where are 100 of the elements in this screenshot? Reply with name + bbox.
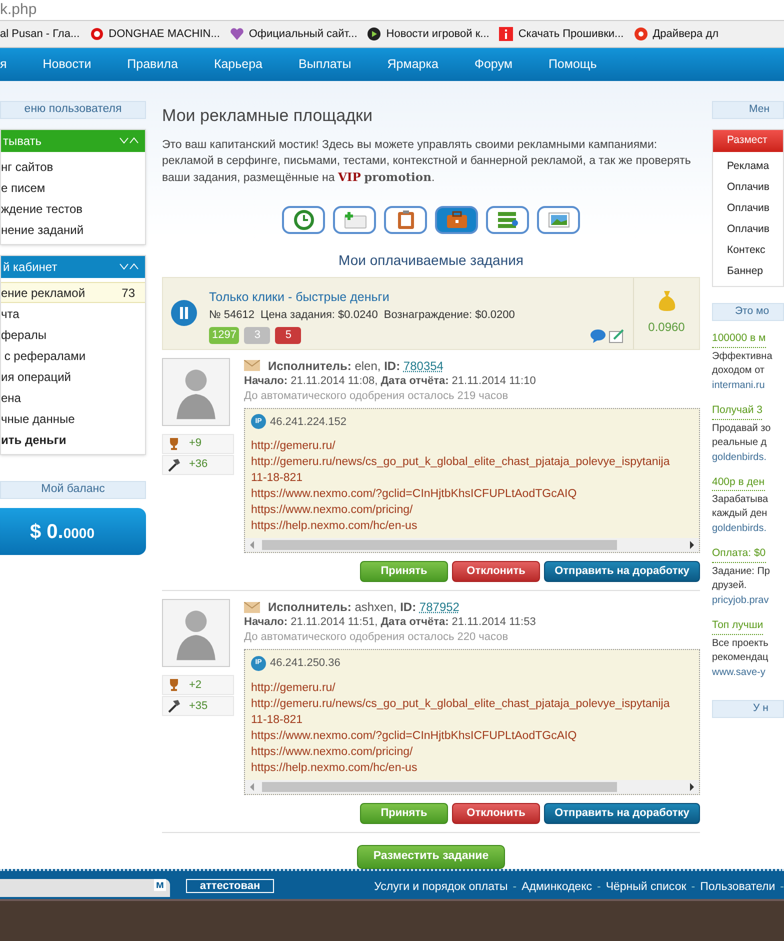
footer-link[interactable]: Пользователи <box>700 878 776 896</box>
nav-link[interactable]: Помощь <box>548 55 597 74</box>
collapse-icon[interactable] <box>119 137 139 145</box>
avatar-silhouette <box>162 358 230 426</box>
trophy-icon <box>167 678 181 692</box>
menu-item[interactable]: нг сайтов <box>1 156 145 177</box>
executor-id-link[interactable]: 787952 <box>419 600 460 614</box>
pause-icon <box>179 307 189 319</box>
bookmark[interactable]: Скачать Прошивки... <box>499 26 624 42</box>
bookmark[interactable]: DONGHAE MACHIN... <box>90 26 220 42</box>
executor-text: Исполнитель: ashxen, ID: <box>268 600 416 614</box>
reject-button[interactable]: Отклонить <box>452 802 540 824</box>
menu-item[interactable]: е писем <box>1 177 145 198</box>
trophy-icon <box>167 436 181 450</box>
ad-title[interactable]: Получай 3 <box>712 402 762 420</box>
menu-header[interactable]: тывать <box>1 130 145 152</box>
page-title: Мои рекламные площадки <box>162 105 374 127</box>
menu-item[interactable]: Реклама <box>713 156 783 177</box>
auto-approve-text: До автоматического одобрения осталось 219 часов <box>244 388 510 404</box>
ad-text-line: каждый ден <box>712 507 768 522</box>
ad-site-link[interactable]: pricyjob.prav <box>712 593 784 608</box>
report-line: https://www.nexmo.com/pricing/ <box>251 503 414 518</box>
link-separator: - <box>512 880 517 894</box>
works-value: +35 <box>189 698 208 714</box>
menu-label: Мен <box>712 101 784 119</box>
footer-link[interactable]: Чёрный список <box>606 878 686 896</box>
money-bag-icon <box>656 290 676 312</box>
menu-item[interactable]: чные данные <box>1 408 145 429</box>
ad-text-line: Продавай зо <box>712 422 772 436</box>
play-icon <box>367 27 382 41</box>
picture-icon <box>548 210 570 228</box>
balance-label: Мой баланс <box>0 481 146 499</box>
report-line: http://gemeru.ru/ <box>251 680 336 696</box>
executor-id-link[interactable]: 780354 <box>403 358 444 372</box>
menu-item[interactable]: Оплачив <box>713 198 783 219</box>
menu-item[interactable]: ение рекламой 73 <box>1 282 145 303</box>
ad-text-line: друзей. <box>712 579 748 593</box>
ad-text-line: Эффективна <box>712 350 774 364</box>
ad-site-link[interactable]: www.save-y <box>712 664 784 680</box>
ad-text-line: реальные д <box>712 436 768 450</box>
nav-link[interactable]: Карьера <box>214 55 262 74</box>
horizontal-scrollbar[interactable] <box>245 538 699 552</box>
hammer-icon <box>167 458 181 472</box>
report-line: https://www.nexmo.com/?gclid=CInHjtbKhsICFUPLtAodTGcAIQ <box>251 487 578 502</box>
counter-badge: 3 <box>244 327 270 344</box>
horizontal-scrollbar[interactable] <box>245 780 699 794</box>
bookmark[interactable]: Драйвера дл <box>634 26 719 42</box>
menu-item[interactable]: чта <box>1 303 145 324</box>
nav-link[interactable]: Выплаты <box>298 55 352 74</box>
menu-item[interactable]: нение заданий <box>1 219 145 240</box>
ad-title[interactable]: Оплата: $0 <box>712 546 766 563</box>
menu-item[interactable]: Баннер <box>713 261 783 282</box>
revise-button[interactable]: Отправить на доработку <box>544 802 700 824</box>
menu-item[interactable]: ить деньги <box>1 429 145 450</box>
ad-site-link[interactable]: goldenbirds. <box>712 450 784 464</box>
menu-item[interactable]: с рефералами <box>1 345 145 366</box>
link-separator: - <box>780 880 784 894</box>
footer-link[interactable]: Админкодекс <box>522 878 592 896</box>
ad-site-link[interactable]: intermani.ru <box>712 378 784 393</box>
toolbar-button[interactable] <box>537 206 580 234</box>
revise-button[interactable]: Отправить на доработку <box>544 561 700 582</box>
nav-link[interactable]: я <box>0 55 7 74</box>
footer-link[interactable]: Услуги и порядок оплаты <box>374 878 508 896</box>
toolbar-button[interactable] <box>333 206 376 234</box>
menu-item[interactable]: ена <box>1 387 145 408</box>
menu-item[interactable]: Контекс <box>713 240 783 261</box>
menu-item[interactable]: Оплачив <box>713 177 783 198</box>
place-menu-header[interactable]: Размест <box>713 130 783 152</box>
report-line: https://help.nexmo.com/hc/en-us <box>251 519 418 534</box>
toolbar-button[interactable] <box>486 206 529 234</box>
report-line: 11-18-821 <box>251 471 304 486</box>
auto-approve-text: До автоматического одобрения осталось 220 часов <box>244 630 510 645</box>
nav-link[interactable]: Новости <box>42 55 92 74</box>
collapse-icon[interactable] <box>119 263 139 271</box>
nav-link[interactable]: Ярмарка <box>387 55 438 74</box>
intro-paragraph: Это ваш капитанский мостик! Здесь вы можете управлять своими рекламными кампаниями: рекламой в серфинге, письмами, тестами, контекстной и баннерной рекламой, а так же проверять ваши задания, размещённые на VIP promotion. <box>162 138 692 186</box>
bookmark[interactable]: Новости игровой к... <box>367 26 490 42</box>
reject-button[interactable]: Отклонить <box>452 561 540 582</box>
edit-icon[interactable] <box>609 328 625 343</box>
toolbar-button[interactable] <box>435 206 478 234</box>
partner-banner: м <box>0 878 170 896</box>
toolbar-button[interactable] <box>384 206 427 234</box>
nav-link[interactable]: Правила <box>127 55 178 74</box>
menu-item[interactable]: фералы <box>1 324 145 345</box>
ad-site-link[interactable]: goldenbirds. <box>712 521 784 536</box>
nav-link[interactable]: Форум <box>474 55 512 74</box>
comment-icon[interactable] <box>590 328 606 343</box>
menu-item[interactable]: ия операций <box>1 366 145 387</box>
ad-title[interactable]: Топ лучши <box>712 618 764 635</box>
bookmark[interactable]: al Pusan - Гла... <box>0 26 80 42</box>
ad-title[interactable]: 100000 в м <box>712 331 766 348</box>
task-title-link[interactable]: Только клики - быстрые деньги <box>209 288 633 307</box>
ad-title[interactable]: 400р в ден <box>712 474 765 492</box>
info-icon <box>499 27 514 41</box>
toolbar-button[interactable] <box>282 206 325 234</box>
menu-item[interactable]: ждение тестов <box>1 198 145 219</box>
menu-item[interactable]: Оплачив <box>713 219 783 240</box>
bookmark[interactable]: Официальный сайт... <box>230 26 358 42</box>
menu-header[interactable]: й кабинет <box>1 256 145 278</box>
pause-button[interactable] <box>171 300 197 326</box>
